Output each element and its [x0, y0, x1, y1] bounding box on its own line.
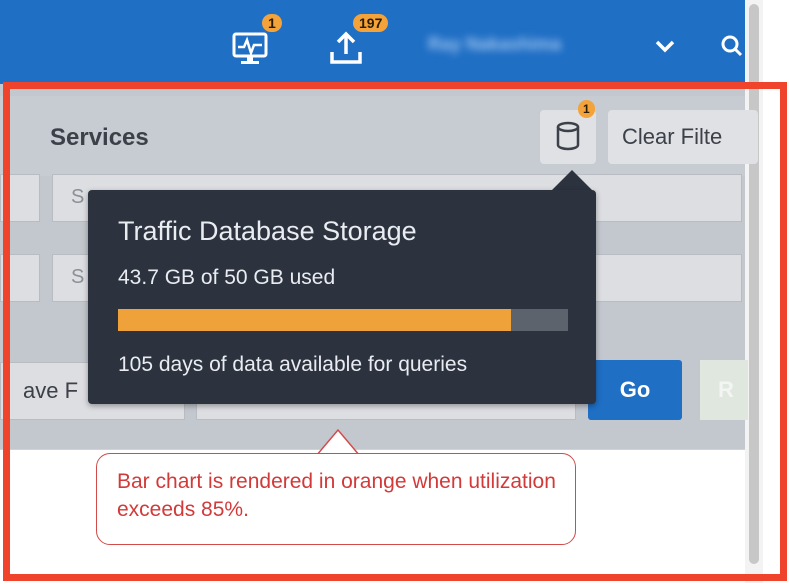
- top-nav-bar: 1 197 Ray Nakashima: [0, 0, 745, 84]
- database-storage-button[interactable]: [540, 110, 596, 164]
- annotation-callout: Bar chart is rendered in orange when uti…: [96, 453, 576, 545]
- callout-pointer: [316, 428, 360, 456]
- callout-text: Bar chart is rendered in orange when uti…: [117, 470, 556, 521]
- filter-field-left-1[interactable]: [0, 174, 40, 222]
- go-button[interactable]: Go: [588, 360, 682, 420]
- monitor-icon[interactable]: [230, 28, 270, 68]
- database-icon: [556, 121, 580, 151]
- chevron-down-icon[interactable]: [653, 36, 677, 56]
- user-name[interactable]: Ray Nakashima: [428, 34, 644, 56]
- reset-button[interactable]: R: [700, 360, 748, 420]
- scrollbar-thumb[interactable]: [749, 4, 759, 564]
- upload-icon[interactable]: [326, 28, 366, 68]
- storage-tooltip: Traffic Database Storage 43.7 GB of 50 G…: [88, 190, 596, 404]
- tooltip-days-text: 105 days of data available for queries: [118, 353, 468, 376]
- services-header: Services 1 Clear Filte: [0, 96, 758, 176]
- tooltip-arrow: [552, 170, 592, 190]
- database-badge: 1: [578, 100, 595, 118]
- storage-usage-bar: [118, 309, 568, 331]
- tooltip-title: Traffic Database Storage: [118, 216, 417, 246]
- upload-badge: 197: [353, 14, 389, 32]
- tooltip-usage-text: 43.7 GB of 50 GB used: [118, 266, 336, 289]
- monitor-badge: 1: [262, 14, 282, 32]
- clear-filter-button[interactable]: Clear Filte: [608, 110, 758, 164]
- page-title: Services: [50, 124, 149, 151]
- storage-usage-bar-fill: [118, 309, 512, 331]
- search-icon[interactable]: [718, 34, 745, 58]
- filter-field-left-2[interactable]: [0, 254, 40, 302]
